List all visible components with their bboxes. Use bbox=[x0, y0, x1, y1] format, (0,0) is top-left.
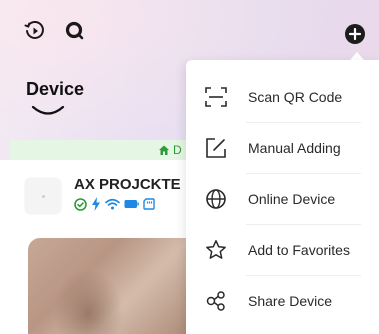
edit-icon bbox=[204, 136, 228, 160]
home-icon bbox=[159, 145, 169, 155]
menu-item-label: Share Device bbox=[248, 293, 333, 309]
star-icon bbox=[204, 238, 228, 262]
battery-icon bbox=[124, 200, 139, 208]
history-icon bbox=[24, 21, 44, 39]
device-name: AX PROJCKTE bbox=[74, 176, 181, 193]
search-icon bbox=[65, 21, 84, 40]
plus-circle-icon bbox=[345, 24, 365, 44]
device-thumbnail bbox=[25, 178, 61, 214]
menu-item-share-device[interactable]: Share Device bbox=[186, 276, 379, 326]
scan-qr-icon bbox=[204, 85, 228, 109]
add-device-button[interactable] bbox=[345, 24, 365, 44]
online-status-text: D bbox=[173, 143, 182, 157]
menu-item-online-device[interactable]: Online Device bbox=[186, 174, 379, 224]
search-button[interactable] bbox=[64, 20, 86, 42]
check-circle-icon bbox=[74, 197, 87, 211]
menu-item-label: Add to Favorites bbox=[248, 242, 350, 258]
menu-item-add-to-favorites[interactable]: Add to Favorites bbox=[186, 225, 379, 275]
sd-card-icon bbox=[143, 198, 155, 210]
share-icon bbox=[204, 289, 228, 313]
menu-item-label: Scan QR Code bbox=[248, 89, 343, 105]
history-button[interactable] bbox=[24, 20, 46, 42]
device-card[interactable]: AX PROJCKTE bbox=[22, 175, 192, 225]
menu-item-label: Manual Adding bbox=[248, 140, 341, 156]
title-underline bbox=[31, 105, 65, 115]
menu-item-manual-adding[interactable]: Manual Adding bbox=[186, 123, 379, 173]
globe-icon bbox=[204, 187, 228, 211]
app-screen: Device D AX PROJCKTE Scan QR Code Manual… bbox=[0, 0, 379, 334]
menu-item-scan-qr-code[interactable]: Scan QR Code bbox=[186, 72, 379, 122]
online-status-strip: D bbox=[10, 140, 210, 160]
lightning-icon bbox=[92, 197, 100, 211]
dropdown-caret bbox=[350, 52, 364, 60]
menu-item-label: Online Device bbox=[248, 191, 336, 207]
add-device-dropdown-menu: Scan QR Code Manual Adding Online Device… bbox=[186, 60, 379, 334]
wifi-icon bbox=[105, 198, 120, 210]
page-title[interactable]: Device bbox=[26, 79, 84, 100]
camera-preview-image[interactable] bbox=[28, 238, 198, 334]
device-status-icons bbox=[74, 197, 155, 211]
